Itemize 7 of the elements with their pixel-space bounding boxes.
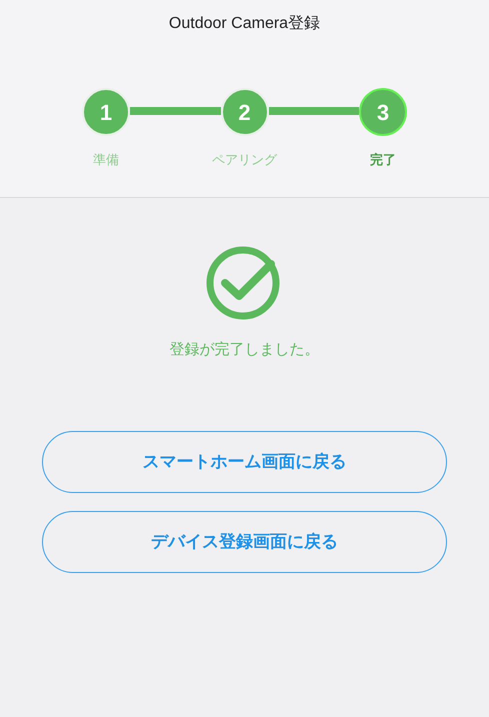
step-label: 完了 (370, 151, 396, 169)
success-message: 登録が完了しました。 (170, 340, 320, 360)
return-button[interactable]: スマートホーム画面に戻る (42, 430, 447, 492)
step-label: 準備 (93, 151, 119, 169)
window-title: Outdoor Camera登録 (168, 14, 320, 34)
return-button[interactable]: デバイス登録画面に戻る (42, 510, 447, 572)
step-label: ペアリング (212, 151, 277, 169)
